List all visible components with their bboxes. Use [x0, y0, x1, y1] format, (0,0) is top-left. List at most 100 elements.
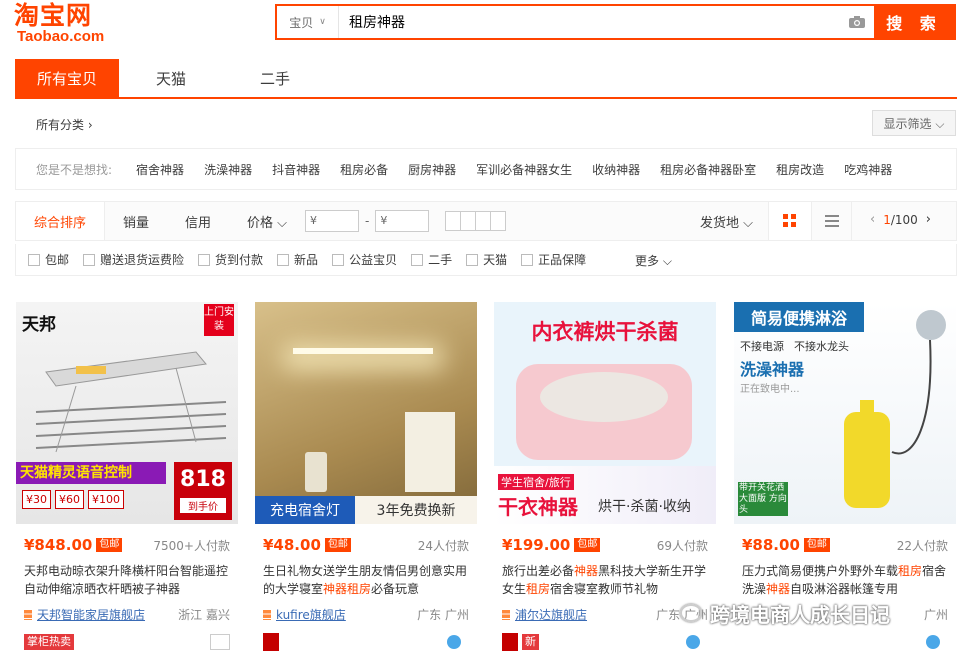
watermark: 跨境电商人成长日记	[680, 598, 956, 628]
next-page-icon[interactable]: ›	[926, 212, 931, 227]
suggestion-item[interactable]: 收纳神器	[592, 161, 640, 178]
wangwang-icon[interactable]	[686, 635, 700, 649]
shop-name[interactable]: 天邦智能家居旗舰店	[37, 606, 145, 623]
checkbox-charity[interactable]: 公益宝贝	[332, 251, 397, 268]
suggestion-item[interactable]: 宿舍神器	[136, 161, 184, 178]
hot-badge: 掌柜热卖	[24, 634, 74, 650]
product-image[interactable]: 天邦 上门安装 天猫精灵语音控制 ¥30 ¥60 ¥100 818 到手价	[16, 302, 238, 524]
title-highlight: 神器	[766, 582, 791, 596]
page-total: /100	[890, 212, 918, 227]
search-button[interactable]: 搜 索	[874, 6, 954, 38]
product-title[interactable]: 生日礼物女送学生朋友情侣男创意实用的大学寝室神器租房必备玩意	[263, 562, 471, 598]
shop-row: 天邦智能家居旗舰店 浙江 嘉兴	[24, 606, 230, 623]
checkbox-cod[interactable]: 货到付款	[198, 251, 263, 268]
product-price: ¥848.00	[24, 536, 93, 554]
grid-view-icon[interactable]	[768, 202, 812, 240]
search-input[interactable]: 租房神器	[339, 6, 840, 38]
wangwang-icon[interactable]	[447, 635, 461, 649]
suggestion-item[interactable]: 租房改造	[776, 161, 824, 178]
sort-price[interactable]: 价格 ⌵	[229, 202, 305, 240]
product-image[interactable]: 简易便携淋浴 不接电源 不接水龙头 洗澡神器 正在致电中... 带开关花洒 大面…	[734, 302, 956, 524]
page-current: 1	[883, 212, 891, 227]
suggestion-item[interactable]: 吃鸡神器	[844, 161, 892, 178]
tab-secondhand[interactable]: 二手	[223, 59, 327, 97]
suggestion-item[interactable]: 洗澡神器	[204, 161, 252, 178]
product-card[interactable]: 天邦 上门安装 天猫精灵语音控制 ¥30 ¥60 ¥100 818 到手价 ¥8…	[16, 302, 238, 652]
product-title[interactable]: 压力式简易便携户外野外车载租房宿舍洗澡神器自吸淋浴器帐篷专用	[742, 562, 950, 598]
free-shipping-tag: 包邮	[96, 538, 123, 552]
image-sub-text: 学生宿舍/旅行	[498, 474, 574, 490]
product-card[interactable]: 充电宿舍灯 3年免费换新 ¥48.00 包邮 24人付款 生日礼物女送学生朋友情…	[255, 302, 477, 652]
checkbox-secondhand[interactable]: 二手	[411, 251, 452, 268]
shop-name[interactable]: kufire旗舰店	[276, 606, 346, 623]
tab-all[interactable]: 所有宝贝	[15, 59, 119, 97]
tmall-icon	[263, 633, 279, 651]
checkbox-genuine[interactable]: 正品保障	[521, 251, 586, 268]
toggle-seg	[445, 211, 462, 231]
product-image[interactable]: 充电宿舍灯 3年免费换新	[255, 302, 477, 524]
toggle-seg	[475, 211, 492, 231]
badge-row: 新	[502, 632, 708, 652]
wechat-icon	[680, 604, 702, 622]
free-shipping-tag: 包邮	[324, 538, 351, 552]
prev-page-icon[interactable]: ‹	[870, 212, 875, 227]
all-categories-link[interactable]: 所有分类 ›	[36, 116, 93, 133]
pager: ‹ 1 /100 ›	[862, 212, 939, 227]
price-row: ¥48.00 包邮 24人付款	[263, 536, 469, 554]
suggestion-item[interactable]: 厨房神器	[408, 161, 456, 178]
show-filter-button[interactable]: 显示筛选 ⌵	[872, 110, 956, 136]
wangwang-icon[interactable]	[926, 635, 940, 649]
title-highlight: 租房	[347, 582, 372, 596]
search-bar: 宝贝 ∨ 租房神器 搜 索	[275, 4, 956, 40]
price-range-toggle[interactable]	[445, 211, 507, 231]
suggestion-item[interactable]: 租房必备	[340, 161, 388, 178]
books-shape	[405, 412, 455, 492]
search-category-select[interactable]: 宝贝 ∨	[277, 6, 339, 38]
image-right-text: 烘干·杀菌·收纳	[598, 499, 691, 515]
drying-rack-illustration	[35, 351, 227, 453]
title-highlight: 神器	[323, 582, 348, 596]
hose-line	[891, 339, 932, 455]
checkbox-new[interactable]: 新品	[277, 251, 318, 268]
shop-name[interactable]: 浦尔达旗舰店	[515, 606, 587, 623]
badge-row	[742, 632, 948, 652]
product-title[interactable]: 旅行出差必备神器黑科技大学新生开学女生租房宿舍寝室教师节礼物	[502, 562, 710, 598]
compare-icon[interactable]	[210, 634, 230, 650]
image-footer: 充电宿舍灯 3年免费换新	[255, 496, 477, 524]
price-dash: -	[365, 214, 370, 228]
product-image[interactable]: 内衣裤烘干杀菌 学生宿舍/旅行 干衣神器 烘干·杀菌·收纳	[494, 302, 716, 524]
checkbox-label: 新品	[294, 253, 319, 267]
badge-row	[263, 632, 469, 652]
sort-credit[interactable]: 信用	[167, 202, 229, 240]
checkbox-box	[466, 253, 479, 266]
checkbox-return-insurance[interactable]: 赠送退货运费险	[83, 251, 184, 268]
suggestion-item[interactable]: 军训必备神器女生	[476, 161, 572, 178]
taobao-logo[interactable]: 淘宝网 Taobao.com	[14, 2, 124, 46]
price-min-input[interactable]: ¥	[305, 210, 360, 232]
checkbox-box	[411, 253, 424, 266]
camera-icon[interactable]	[840, 6, 874, 38]
product-price: ¥199.00	[502, 536, 571, 554]
checkbox-label: 二手	[428, 253, 453, 267]
ship-from-dropdown[interactable]: 发货地 ⌵	[700, 212, 753, 231]
product-title[interactable]: 天邦电动晾衣架升降横杆阳台智能遥控自动伸缩凉晒衣杆晒被子神器	[24, 562, 232, 598]
sort-default[interactable]: 综合排序	[16, 202, 106, 240]
shop-icon	[263, 609, 271, 620]
price-row: ¥199.00 包邮 69人付款	[502, 536, 708, 554]
logo-cn: 淘宝网	[14, 1, 93, 30]
deal-count: 69人付款	[656, 538, 708, 553]
sort-sales[interactable]: 销量	[105, 202, 167, 240]
list-view-icon[interactable]	[812, 202, 852, 240]
checkbox-tmall[interactable]: 天猫	[466, 251, 507, 268]
checkbox-label: 货到付款	[215, 253, 264, 267]
image-818-badge: 818 到手价	[174, 462, 232, 520]
checkbox-free-shipping[interactable]: 包邮	[28, 251, 69, 268]
suggestion-item[interactable]: 抖音神器	[272, 161, 320, 178]
more-filters-dropdown[interactable]: 更多 ⌵	[635, 252, 672, 269]
suggestion-item[interactable]: 租房必备神器卧室	[660, 161, 756, 178]
price-max-input[interactable]: ¥	[375, 210, 430, 232]
chevron-down-icon: ∨	[319, 17, 326, 27]
product-price: ¥88.00	[742, 536, 800, 554]
tab-tmall[interactable]: 天猫	[119, 59, 223, 97]
toggle-seg	[490, 211, 507, 231]
